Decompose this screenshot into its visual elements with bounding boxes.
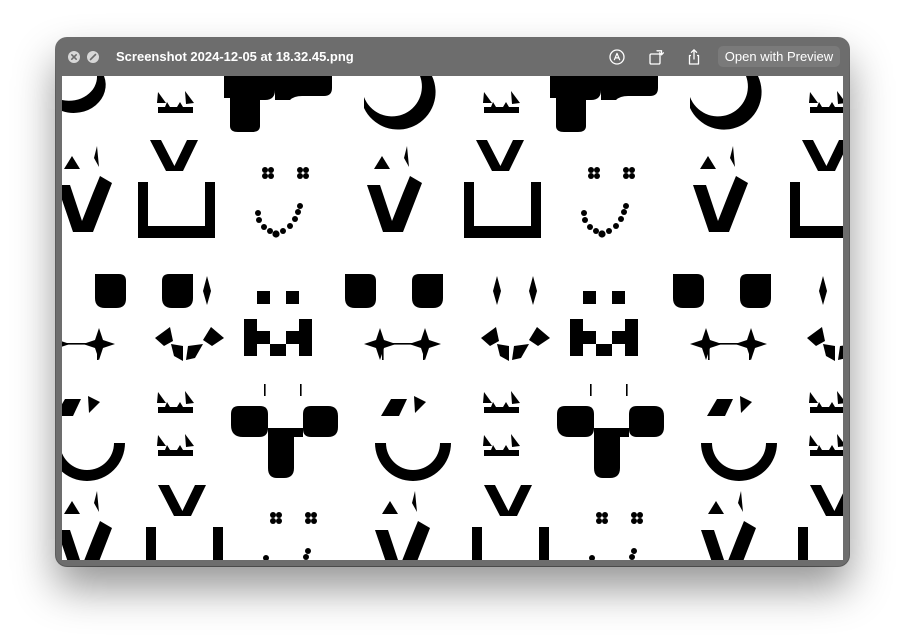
title-bar: Screenshot 2024-12-05 at 18.32.45.png Op… bbox=[56, 38, 849, 76]
pattern-row-1 bbox=[62, 140, 843, 238]
pattern-tile-a bbox=[62, 76, 843, 132]
image-preview bbox=[62, 76, 843, 560]
smiley-pattern-image bbox=[62, 76, 843, 560]
pattern-row-4 bbox=[62, 485, 843, 560]
close-button[interactable] bbox=[68, 51, 80, 63]
markup-icon[interactable] bbox=[608, 48, 626, 66]
quicklook-window: Screenshot 2024-12-05 at 18.32.45.png Op… bbox=[56, 38, 849, 566]
pattern-row-3 bbox=[62, 384, 843, 481]
window-title: Screenshot 2024-12-05 at 18.32.45.png bbox=[116, 49, 354, 64]
open-with-preview-button[interactable]: Open with Preview bbox=[718, 46, 840, 67]
fullscreen-button[interactable] bbox=[87, 51, 99, 63]
rotate-icon[interactable] bbox=[647, 48, 665, 66]
pattern-row-2 bbox=[62, 274, 843, 361]
fullscreen-icon bbox=[89, 53, 97, 61]
close-icon bbox=[71, 54, 77, 60]
share-icon[interactable] bbox=[685, 48, 703, 66]
